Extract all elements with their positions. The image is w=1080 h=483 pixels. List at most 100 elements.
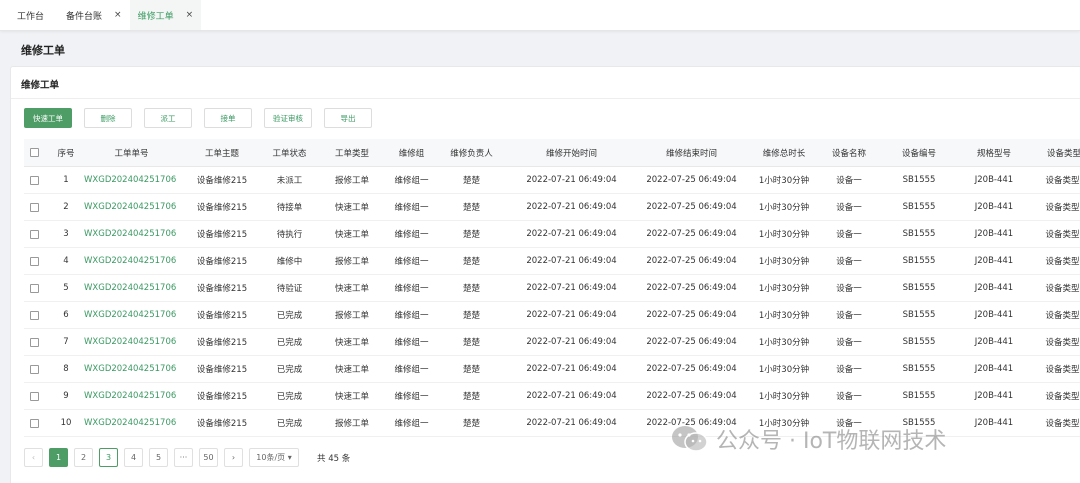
- page-button-4[interactable]: 4: [124, 448, 143, 467]
- cell-seq: 8: [63, 364, 69, 374]
- page-ellipsis[interactable]: ···: [174, 448, 193, 467]
- cell-device-type: 设备类型-: [1045, 419, 1080, 429]
- cell-end-time: 2022-07-25 06:49:04: [646, 256, 737, 266]
- cell-model: J20B-441: [974, 391, 1014, 401]
- column-header-owner: 维修负责人: [450, 148, 493, 159]
- cell-device-code: SB1555: [902, 391, 936, 401]
- cell-order-no[interactable]: WXGD202404251706: [84, 167, 179, 193]
- cell-device-code: SB1555: [902, 337, 936, 347]
- next-page-button[interactable]: ›: [224, 448, 243, 467]
- accept-order-button[interactable]: 接单: [204, 108, 252, 128]
- column-header-seq: 序号: [57, 148, 75, 159]
- page-button-2[interactable]: 2: [74, 448, 93, 467]
- cell-owner: 楚楚: [462, 311, 480, 321]
- cell-order-no[interactable]: WXGD202404251706: [84, 275, 179, 301]
- tab-workbench[interactable]: 工作台: [0, 0, 58, 30]
- prev-page-button[interactable]: ‹: [24, 448, 43, 467]
- select-cell: [24, 356, 44, 382]
- row-checkbox[interactable]: [29, 364, 39, 374]
- row-checkbox[interactable]: [29, 202, 39, 212]
- cell-type: 快速工单: [334, 203, 369, 213]
- select-cell: [24, 383, 44, 409]
- close-icon[interactable]: ×: [186, 10, 194, 20]
- row-checkbox[interactable]: [29, 229, 39, 239]
- cell-device-type: 设备类型-: [1045, 176, 1080, 186]
- dispatch-button[interactable]: 派工: [144, 108, 192, 128]
- table-row[interactable]: 1 WXGD202404251706 设备维修215 未派工 报修工单 维修组一 楚楚 202…: [24, 167, 1080, 194]
- cell-subject: 设备维修215: [196, 203, 248, 213]
- table-row[interactable]: 7 WXGD202404251706 设备维修215 已完成 快速工单 维修组一 楚楚 202…: [24, 329, 1080, 356]
- select-cell: [24, 248, 44, 274]
- table-row[interactable]: 8 WXGD202404251706 设备维修215 已完成 快速工单 维修组一 楚楚 202…: [24, 356, 1080, 383]
- table-row[interactable]: 2 WXGD202404251706 设备维修215 待接单 快速工单 维修组一 楚楚 202…: [24, 194, 1080, 221]
- cell-seq: 6: [63, 310, 69, 320]
- cell-start-time: 2022-07-21 06:49:04: [526, 256, 617, 266]
- table-row[interactable]: 9 WXGD202404251706 设备维修215 已完成 快速工单 维修组一 楚楚 202…: [24, 383, 1080, 410]
- tab-spare-parts[interactable]: 备件台账 ×: [58, 0, 130, 30]
- close-icon[interactable]: ×: [114, 10, 122, 20]
- page-size-select[interactable]: 10条/页 ▾: [249, 448, 299, 467]
- cell-subject: 设备维修215: [196, 338, 248, 348]
- row-checkbox[interactable]: [29, 175, 39, 185]
- export-button[interactable]: 导出: [324, 108, 372, 128]
- table-row[interactable]: 4 WXGD202404251706 设备维修215 维修中 报修工单 维修组一 楚楚 202…: [24, 248, 1080, 275]
- row-checkbox[interactable]: [29, 337, 39, 347]
- column-header-duration: 维修总时长: [762, 148, 806, 159]
- cell-end-time: 2022-07-25 06:49:04: [646, 391, 737, 401]
- toolbar: 快速工单 删除 派工 接单 验证审核 导出: [24, 108, 372, 128]
- cell-start-time: 2022-07-21 06:49:04: [526, 418, 617, 428]
- select-all-cell: [24, 139, 44, 166]
- quick-order-button[interactable]: 快速工单: [24, 108, 72, 128]
- cell-status: 已完成: [276, 392, 303, 402]
- cell-group: 维修组一: [394, 311, 429, 321]
- row-checkbox[interactable]: [29, 391, 39, 401]
- cell-order-no[interactable]: WXGD202404251706: [84, 248, 179, 274]
- page-button-3[interactable]: 3: [99, 448, 118, 467]
- delete-button[interactable]: 删除: [84, 108, 132, 128]
- row-checkbox[interactable]: [29, 256, 39, 266]
- cell-type: 快速工单: [334, 365, 369, 375]
- select-all-checkbox[interactable]: [29, 148, 39, 157]
- table-row[interactable]: 5 WXGD202404251706 设备维修215 待验证 快速工单 维修组一 楚楚 202…: [24, 275, 1080, 302]
- cell-owner: 楚楚: [462, 365, 480, 375]
- cell-model: J20B-441: [974, 364, 1014, 374]
- cell-model: J20B-441: [974, 283, 1014, 293]
- cell-order-no[interactable]: WXGD202404251706: [84, 221, 179, 247]
- table-row[interactable]: 3 WXGD202404251706 设备维修215 待执行 快速工单 维修组一 楚楚 202…: [24, 221, 1080, 248]
- table-header: 序号 工单单号 工单主题 工单状态 工单类型 维修组 维修负责人 维修开始时间 维修结束时间 维修…: [24, 139, 1080, 167]
- cell-subject: 设备维修215: [196, 257, 248, 267]
- page-button-50[interactable]: 50: [199, 448, 218, 467]
- cell-order-no[interactable]: WXGD202404251706: [84, 194, 179, 220]
- cell-order-no[interactable]: WXGD202404251706: [84, 410, 179, 436]
- tab-label: 维修工单: [137, 11, 174, 22]
- page-button-5[interactable]: 5: [149, 448, 168, 467]
- verify-review-button[interactable]: 验证审核: [264, 108, 312, 128]
- cell-group: 维修组一: [394, 392, 429, 402]
- cell-order-no[interactable]: WXGD202404251706: [84, 356, 179, 382]
- cell-type: 快速工单: [334, 230, 369, 240]
- cell-group: 维修组一: [394, 176, 429, 186]
- cell-end-time: 2022-07-25 06:49:04: [646, 337, 737, 347]
- column-header-device-type: 设备类型: [1046, 148, 1080, 159]
- column-header-device-code: 设备编号: [901, 148, 936, 159]
- row-checkbox[interactable]: [29, 310, 39, 320]
- cell-status: 维修中: [276, 257, 303, 267]
- row-checkbox[interactable]: [29, 283, 39, 293]
- table-row[interactable]: 6 WXGD202404251706 设备维修215 已完成 报修工单 维修组一 楚楚 202…: [24, 302, 1080, 329]
- tab-repair-orders[interactable]: 维修工单 ×: [129, 0, 202, 30]
- cell-order-no[interactable]: WXGD202404251706: [84, 383, 179, 409]
- cell-end-time: 2022-07-25 06:49:04: [646, 202, 737, 212]
- cell-device-name: 设备一: [836, 230, 862, 240]
- cell-seq: 5: [63, 283, 69, 293]
- tab-label: 工作台: [17, 11, 45, 22]
- cell-order-no[interactable]: WXGD202404251706: [84, 302, 179, 328]
- cell-group: 维修组一: [394, 419, 429, 429]
- row-checkbox[interactable]: [29, 418, 39, 428]
- cell-owner: 楚楚: [462, 392, 480, 402]
- page-title: 维修工单: [21, 44, 65, 57]
- column-header-subject: 工单主题: [204, 148, 239, 159]
- cell-type: 报修工单: [334, 419, 369, 429]
- cell-order-no[interactable]: WXGD202404251706: [84, 329, 179, 355]
- page-button-1[interactable]: 1: [49, 448, 68, 467]
- cell-model: J20B-441: [974, 418, 1014, 428]
